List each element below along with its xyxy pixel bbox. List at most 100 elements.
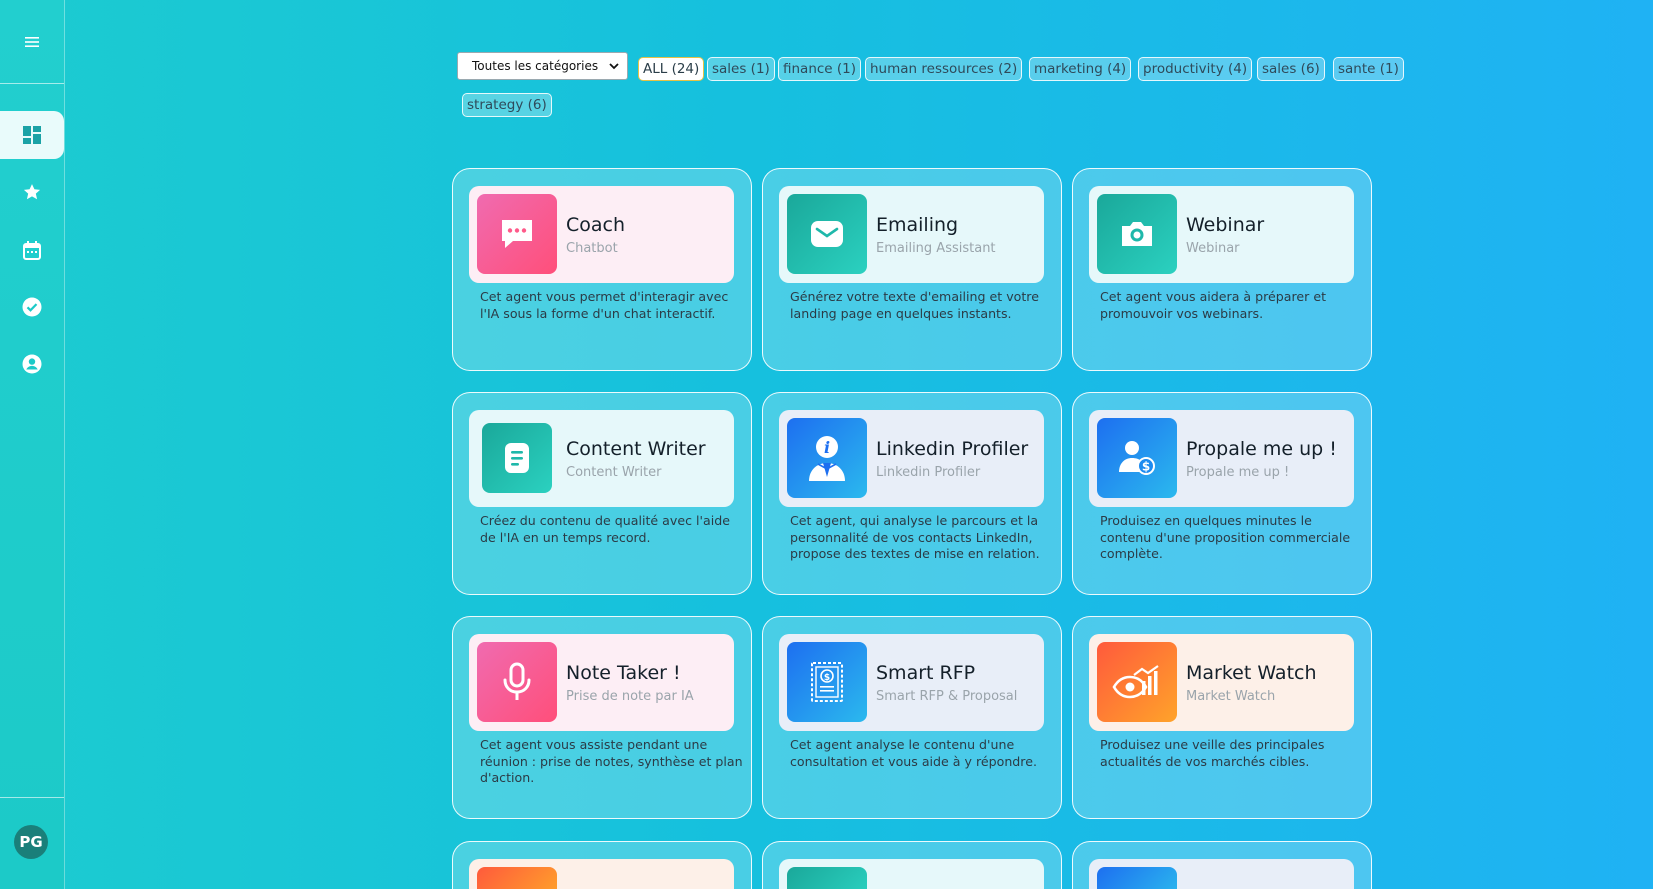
card-subtitle: Smart RFP & Proposal [876,689,1018,704]
card-description: Produisez en quelques minutes le contenu… [1100,513,1351,561]
card-title: Emailing [876,214,959,236]
card-title: Linkedin Profiler [876,438,1029,460]
chat-bubble-icon [502,220,532,248]
svg-text:$: $ [824,673,830,683]
card-subtitle: Prise de note par IA [566,689,694,704]
card-icon-tile [1097,642,1177,722]
agent-card-partial[interactable] [762,841,1062,889]
card-icon-tile: $ [787,642,867,722]
card-description: Générez votre texte d'emailing et votre … [790,289,1039,321]
category-select-value: Toutes les catégories [472,59,599,73]
card-header: Content Writer Content Writer [469,410,734,507]
card-title: Propale me up ! [1186,438,1337,460]
card-icon-tile [787,194,867,274]
agent-card-propale-me-up[interactable]: $ Propale me up ! Propale me up ! Produi… [1072,392,1372,595]
sidebar: PG [0,0,65,889]
hamburger-icon [25,36,39,47]
card-header: $ Propale me up ! Propale me up ! [1089,410,1354,507]
agent-card-market-watch[interactable]: Market Watch Market Watch Produisez une … [1072,616,1372,819]
mail-icon [811,221,843,247]
sidebar-item-favorites[interactable] [0,168,64,216]
camera-icon [1122,222,1152,246]
sidebar-item-dashboard[interactable] [0,111,64,159]
card-subtitle: Propale me up ! [1186,465,1290,480]
card-description: Cet agent, qui analyse le parcours et la… [790,513,1040,561]
card-title: Coach [566,214,626,236]
agent-card-partial[interactable] [452,841,752,889]
filter-chip-marketing[interactable]: marketing (4) [1029,57,1132,81]
card-header: Market Watch Market Watch [1089,634,1354,731]
dashboard-icon [23,126,41,144]
card-header: $ Smart RFP Smart RFP & Proposal [779,634,1044,731]
profile-info-icon: i [809,436,845,481]
card-title: Content Writer [566,438,706,460]
card-subtitle: Market Watch [1186,689,1276,704]
check-circle-icon [22,297,42,317]
star-icon [23,184,41,200]
sidebar-item-tasks[interactable] [0,283,64,331]
card-title: Market Watch [1186,662,1317,684]
card-header: Coach Chatbot [469,186,734,283]
card-header: Note Taker ! Prise de note par IA [469,634,734,731]
calendar-icon [23,240,41,260]
user-dollar-icon: $ [1119,441,1155,475]
microphone-icon [503,662,531,700]
agent-card-partial[interactable] [1072,841,1372,889]
card-icon-tile: i [787,418,867,498]
card-icon-tile [477,194,557,274]
avatar[interactable]: PG [14,825,48,859]
menu-button[interactable] [0,0,64,84]
card-title: Smart RFP [876,662,976,684]
card-description: Créez du contenu de qualité avec l'aide … [480,513,730,545]
filter-chip-finance[interactable]: finance (1) [778,57,862,81]
svg-text:$: $ [1142,460,1150,474]
agent-card-smart-rfp[interactable]: $ Smart RFP Smart RFP & Proposal Cet age… [762,616,1062,819]
sidebar-item-profile[interactable] [0,340,64,388]
card-description: Cet agent analyse le contenu d'une consu… [790,737,1037,769]
card-description: Cet agent vous permet d'interagir avec l… [480,289,729,321]
agent-card-emailing[interactable]: Emailing Emailing Assistant Générez votr… [762,168,1062,371]
filter-chip-sales-6[interactable]: sales (6) [1257,57,1325,81]
card-description: Cet agent vous assiste pendant une réuni… [480,737,743,785]
agent-card-linkedin-profiler[interactable]: i Linkedin Profiler Linkedin Profiler Ce… [762,392,1062,595]
card-header [469,859,734,889]
account-circle-icon [22,354,42,374]
card-subtitle: Content Writer [566,465,662,480]
card-description: Produisez une veille des principales act… [1100,737,1325,769]
card-icon-tile: $ [1097,418,1177,498]
card-header [1089,859,1354,889]
svg-text:i: i [824,438,830,457]
filter-chip-strategy[interactable]: strategy (6) [462,93,552,117]
card-description: Cet agent vous aidera à préparer et prom… [1100,289,1327,321]
filter-chip-sante[interactable]: sante (1) [1333,57,1404,81]
sidebar-item-calendar[interactable] [0,226,64,274]
card-header: Webinar Webinar [1089,186,1354,283]
filter-chip-sales[interactable]: sales (1) [707,57,775,81]
card-icon-tile [1097,867,1177,889]
card-header: i Linkedin Profiler Linkedin Profiler [779,410,1044,507]
card-subtitle: Emailing Assistant [876,241,996,256]
agent-card-note-taker[interactable]: Note Taker ! Prise de note par IA Cet ag… [452,616,752,819]
document-icon [505,443,529,473]
filter-chip-human-ressources[interactable]: human ressources (2) [865,57,1023,81]
card-header: Emailing Emailing Assistant [779,186,1044,283]
card-header [779,859,1044,889]
agent-card-coach[interactable]: Coach Chatbot Cet agent vous permet d'in… [452,168,752,371]
card-title: Webinar [1186,214,1265,236]
card-subtitle: Linkedin Profiler [876,465,981,480]
filter-chip-all[interactable]: ALL (24) [638,57,705,81]
card-subtitle: Chatbot [566,241,618,256]
card-subtitle: Webinar [1186,241,1240,256]
agent-card-content-writer[interactable]: Content Writer Content Writer Créez du c… [452,392,752,595]
card-title: Note Taker ! [566,662,681,684]
card-icon-tile [787,867,867,889]
filter-chip-productivity[interactable]: productivity (4) [1138,57,1253,81]
card-icon-tile [1097,194,1177,274]
card-icon-tile [477,642,557,722]
card-icon-tile [477,867,557,889]
dollar-document-icon: $ [811,662,843,702]
agent-card-webinar[interactable]: Webinar Webinar Cet agent vous aidera à … [1072,168,1372,371]
card-icon-tile [482,423,552,493]
category-select[interactable]: Toutes les catégories [457,52,628,80]
chevron-down-icon [609,62,619,69]
